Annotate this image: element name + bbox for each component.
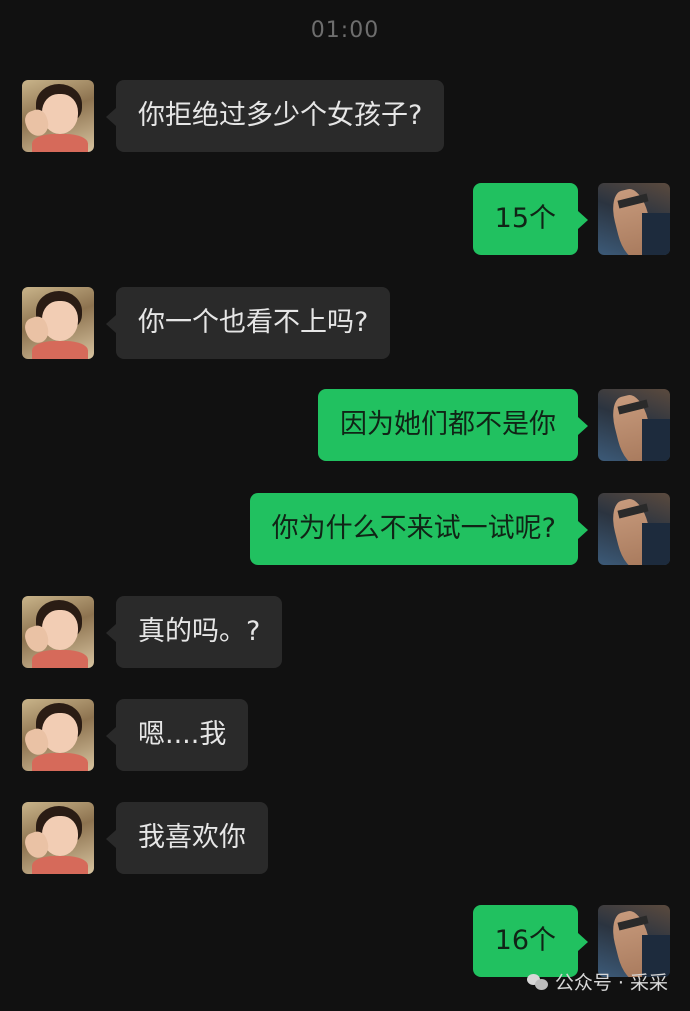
outgoing-message-bubble[interactable]: 15个 (472, 183, 589, 255)
message-row: 嗯....我 (0, 699, 690, 773)
incoming-message-bubble[interactable]: 你一个也看不上吗? (105, 287, 391, 359)
contact-avatar[interactable] (22, 699, 94, 771)
self-avatar[interactable] (598, 493, 670, 565)
contact-avatar[interactable] (22, 802, 94, 874)
message-row: 我喜欢你 (0, 802, 690, 876)
self-avatar[interactable] (598, 905, 670, 977)
incoming-message-bubble[interactable]: 你拒绝过多少个女孩子? (105, 80, 445, 152)
message-row: 你一个也看不上吗? (0, 287, 690, 361)
message-row: 15个 (0, 183, 690, 257)
incoming-message-bubble[interactable]: 真的吗。? (105, 596, 283, 668)
incoming-message-bubble[interactable]: 嗯....我 (105, 699, 249, 771)
self-avatar[interactable] (598, 389, 670, 461)
contact-avatar[interactable] (22, 80, 94, 152)
watermark-text: 公众号 · 采采 (554, 972, 668, 994)
wechat-official-account-icon (526, 973, 549, 990)
watermark: 公众号 · 采采 (526, 968, 668, 995)
timestamp: 01:00 (310, 18, 380, 43)
outgoing-message-bubble[interactable]: 你为什么不来试一试呢? (249, 493, 589, 565)
self-avatar[interactable] (598, 183, 670, 255)
incoming-message-bubble[interactable]: 我喜欢你 (106, 802, 268, 874)
message-row: 真的吗。? (0, 596, 690, 670)
message-row: 你拒绝过多少个女孩子? (0, 80, 690, 154)
contact-avatar[interactable] (22, 596, 94, 668)
message-row: 因为她们都不是你 (0, 389, 690, 463)
outgoing-message-bubble[interactable]: 因为她们都不是你 (318, 389, 588, 461)
message-row: 你为什么不来试一试呢? (0, 493, 690, 567)
outgoing-message-bubble[interactable]: 16个 (472, 905, 589, 977)
contact-avatar[interactable] (22, 287, 94, 359)
